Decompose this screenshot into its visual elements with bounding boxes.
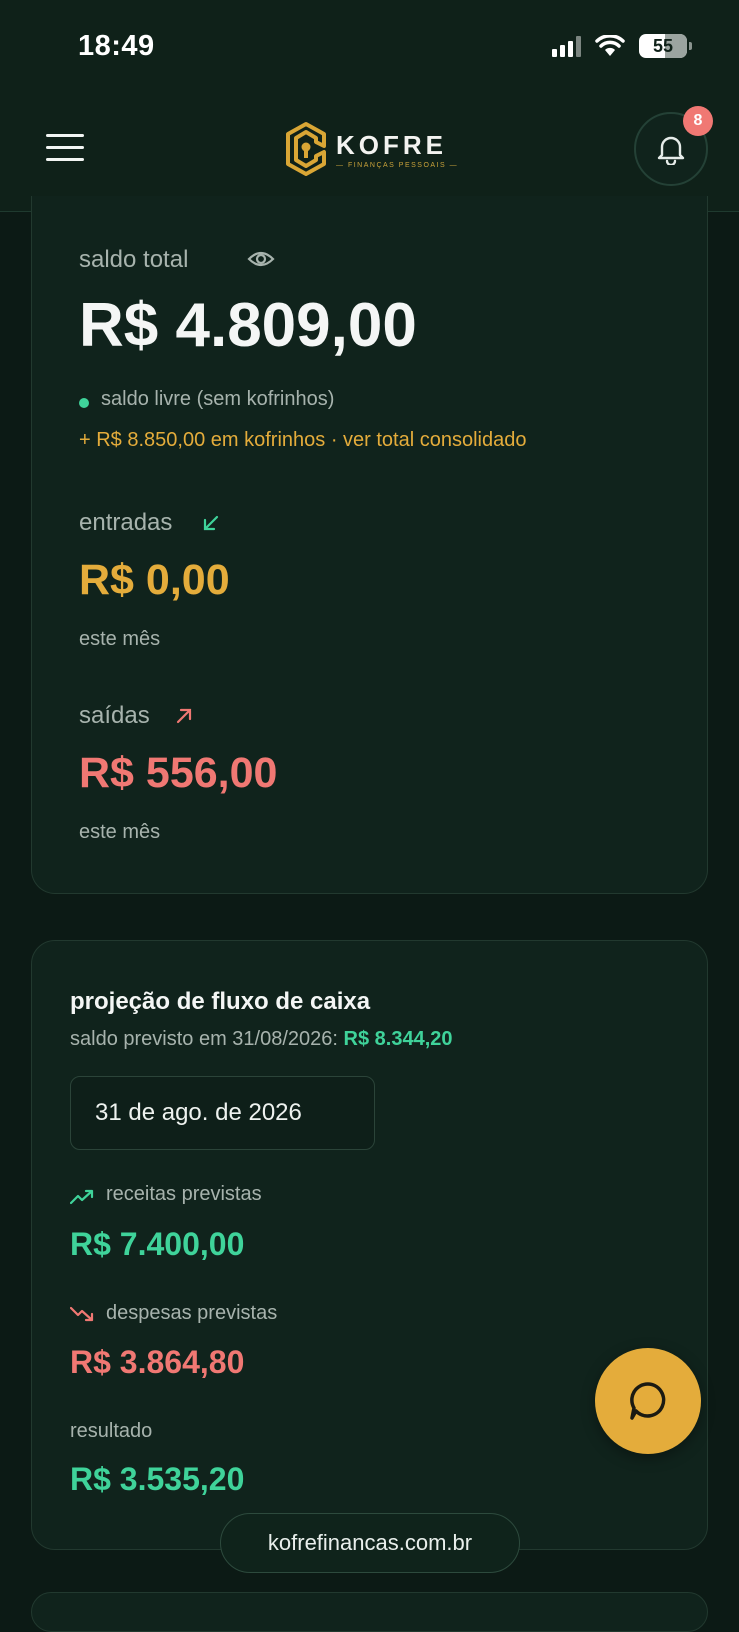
total-balance-label: saldo total <box>79 246 189 273</box>
signal-icon <box>552 35 581 57</box>
consolidated-total-link[interactable]: + R$ 8.850,00 em kofrinhos · ver total c… <box>79 429 526 452</box>
income-label: entradas <box>79 509 173 536</box>
cash-flow-projection-card: projeção de fluxo de caixa saldo previst… <box>31 940 708 1550</box>
status-time: 18:49 <box>78 30 155 62</box>
projection-date-input[interactable]: 31 de ago. de 2026 <box>70 1076 375 1150</box>
notification-badge: 8 <box>683 106 713 136</box>
forecast-income-label: receitas previstas <box>106 1183 262 1205</box>
free-balance-dot <box>79 398 89 408</box>
brand-name: KOFRE <box>336 129 447 160</box>
result-value: R$ 3.535,20 <box>70 1461 245 1497</box>
menu-icon <box>46 134 84 137</box>
projection-title: projeção de fluxo de caixa <box>70 988 371 1015</box>
forecast-income-value: R$ 7.400,00 <box>70 1226 245 1262</box>
forecast-expense-label: despesas previstas <box>106 1302 278 1324</box>
status-bar: 18:49 55 <box>0 0 739 100</box>
forecast-prefix: saldo previsto em 31/08/2026: <box>70 1028 338 1050</box>
result-label: resultado <box>70 1420 153 1442</box>
income-value: R$ 0,00 <box>79 556 230 604</box>
arrow-down-left-icon <box>203 515 219 531</box>
expense-period: este mês <box>79 821 161 843</box>
site-url: kofrefinancas.com.br <box>220 1513 520 1573</box>
expense-value: R$ 556,00 <box>79 749 278 797</box>
wifi-icon <box>595 35 625 56</box>
free-balance-note: saldo livre (sem kofrinhos) <box>101 388 335 410</box>
status-icons: 55 <box>552 34 692 58</box>
chat-icon <box>630 1382 666 1420</box>
battery-level: 55 <box>652 35 674 56</box>
arrow-up-right-icon <box>176 708 192 724</box>
balance-card: saldo total R$ 4.809,00 saldo livre (sem… <box>31 196 708 894</box>
chat-button[interactable] <box>595 1348 701 1454</box>
brand-subtitle: — FINANÇAS PESSOAIS — <box>336 161 459 169</box>
forecast-expense-value: R$ 3.864,80 <box>70 1344 245 1380</box>
next-card <box>31 1592 708 1632</box>
total-balance-value: R$ 4.809,00 <box>79 291 417 360</box>
eye-icon[interactable] <box>247 249 275 269</box>
battery-icon: 55 <box>639 34 692 58</box>
trend-up-icon <box>70 1189 94 1205</box>
income-period: este mês <box>79 628 161 650</box>
menu-button[interactable] <box>46 134 84 164</box>
forecast-value: R$ 8.344,20 <box>343 1028 453 1050</box>
logo[interactable]: KOFRE — FINANÇAS PESSOAIS — <box>284 120 458 178</box>
trend-down-icon <box>70 1306 94 1322</box>
logo-icon <box>286 122 326 176</box>
forecast-line: saldo previsto em 31/08/2026: R$ 8.344,2… <box>70 1028 453 1051</box>
expense-label: saídas <box>79 702 150 729</box>
bell-icon <box>657 136 685 165</box>
